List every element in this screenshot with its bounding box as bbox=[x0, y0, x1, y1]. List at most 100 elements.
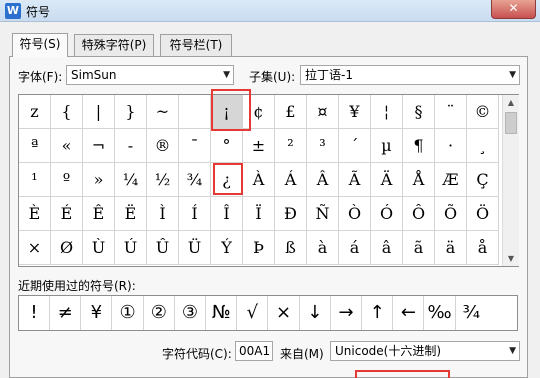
symbol-cell[interactable]: å bbox=[467, 231, 499, 265]
symbol-cell[interactable]: ä bbox=[435, 231, 467, 265]
symbol-cell[interactable]: Å bbox=[403, 163, 435, 197]
symbol-cell[interactable]: ¶ bbox=[403, 129, 435, 163]
symbol-cell[interactable]: { bbox=[51, 95, 83, 129]
symbol-cell[interactable]: } bbox=[115, 95, 147, 129]
symbol-cell[interactable]: Ï bbox=[243, 197, 275, 231]
recent-symbol-cell[interactable]: ↓ bbox=[300, 296, 331, 330]
scroll-up-icon[interactable]: ▲ bbox=[503, 95, 519, 110]
symbol-cell[interactable]: § bbox=[403, 95, 435, 129]
symbol-cell[interactable]: ¿ bbox=[211, 163, 243, 197]
symbol-cell[interactable]: ¨ bbox=[435, 95, 467, 129]
symbol-cell[interactable]: Õ bbox=[435, 197, 467, 231]
symbol-cell[interactable]: ¢ bbox=[243, 95, 275, 129]
symbol-cell[interactable]: Í bbox=[179, 197, 211, 231]
symbol-cell[interactable]: Ç bbox=[467, 163, 499, 197]
symbol-cell[interactable]: £ bbox=[275, 95, 307, 129]
symbol-cell[interactable]: ¾ bbox=[179, 163, 211, 197]
font-select[interactable]: SimSun ▼ bbox=[66, 65, 234, 85]
tab-special-characters[interactable]: 特殊字符(P) bbox=[74, 34, 154, 56]
symbol-cell[interactable]: ³ bbox=[307, 129, 339, 163]
char-code-input[interactable]: 00A1 bbox=[235, 341, 273, 361]
symbol-cell[interactable]: Ü bbox=[179, 231, 211, 265]
symbol-cell[interactable]: ¤ bbox=[307, 95, 339, 129]
symbol-cell[interactable]: ã bbox=[403, 231, 435, 265]
symbol-cell[interactable]: Ú bbox=[115, 231, 147, 265]
symbol-cell[interactable]: Ó bbox=[371, 197, 403, 231]
symbol-cell[interactable]: ß bbox=[275, 231, 307, 265]
tab-symbols[interactable]: 符号(S) bbox=[12, 33, 68, 57]
symbol-cell[interactable]: ´ bbox=[339, 129, 371, 163]
recent-symbol-cell[interactable]: ① bbox=[113, 296, 144, 330]
symbol-cell[interactable]: Ä bbox=[371, 163, 403, 197]
symbol-cell[interactable]: × bbox=[19, 231, 51, 265]
symbol-cell[interactable]: ® bbox=[147, 129, 179, 163]
recent-symbol-cell[interactable]: ② bbox=[144, 296, 175, 330]
subset-select[interactable]: 拉丁语-1 ▼ bbox=[300, 65, 520, 85]
symbol-cell[interactable]: ¡ bbox=[211, 95, 243, 129]
symbol-cell[interactable]: ¹ bbox=[19, 163, 51, 197]
symbol-cell[interactable]: Æ bbox=[435, 163, 467, 197]
symbol-cell[interactable]: ¯ bbox=[179, 129, 211, 163]
symbol-cell[interactable]: Ø bbox=[51, 231, 83, 265]
recent-symbol-cell[interactable]: ↑ bbox=[362, 296, 394, 330]
symbol-cell[interactable]: ² bbox=[275, 129, 307, 163]
symbol-cell[interactable]: Ë bbox=[115, 197, 147, 231]
grid-scrollbar[interactable]: ▲ ▼ bbox=[502, 95, 519, 266]
symbol-cell[interactable]: Ò bbox=[339, 197, 371, 231]
symbol-cell[interactable]: Ð bbox=[275, 197, 307, 231]
symbol-cell[interactable]: ¦ bbox=[371, 95, 403, 129]
symbol-cell[interactable]: Ì bbox=[147, 197, 179, 231]
symbol-cell[interactable]: Î bbox=[211, 197, 243, 231]
symbol-cell[interactable]: Â bbox=[307, 163, 339, 197]
symbol-cell[interactable]: ª bbox=[19, 129, 51, 163]
scroll-thumb[interactable] bbox=[505, 112, 517, 134]
tab-symbol-bar[interactable]: 符号栏(T) bbox=[160, 34, 232, 56]
symbol-cell[interactable]: à bbox=[307, 231, 339, 265]
recent-symbol-cell[interactable]: √ bbox=[237, 296, 269, 330]
symbol-cell[interactable]: - bbox=[115, 129, 147, 163]
symbol-cell[interactable]: ¬ bbox=[83, 129, 115, 163]
symbol-cell[interactable]: á bbox=[339, 231, 371, 265]
recent-symbol-cell[interactable]: ¥ bbox=[81, 296, 113, 330]
symbol-cell[interactable]: ~ bbox=[147, 95, 179, 129]
symbol-cell[interactable]: Ê bbox=[83, 197, 115, 231]
recent-symbol-cell[interactable]: № bbox=[206, 296, 238, 330]
symbol-cell[interactable]: Ù bbox=[83, 231, 115, 265]
symbol-cell[interactable]: º bbox=[51, 163, 83, 197]
symbol-cell[interactable]: â bbox=[371, 231, 403, 265]
symbol-cell[interactable]: « bbox=[51, 129, 83, 163]
symbol-cell[interactable]: ½ bbox=[147, 163, 179, 197]
symbol-cell[interactable]: » bbox=[83, 163, 115, 197]
close-button[interactable]: ✕ bbox=[491, 0, 536, 19]
recent-symbol-cell[interactable]: ! bbox=[19, 296, 50, 330]
symbol-cell[interactable]: µ bbox=[371, 129, 403, 163]
symbol-cell[interactable]: ¥ bbox=[339, 95, 371, 129]
symbol-cell[interactable]: | bbox=[83, 95, 115, 129]
recent-symbol-cell[interactable]: ③ bbox=[175, 296, 206, 330]
symbol-cell[interactable]: © bbox=[467, 95, 499, 129]
symbol-cell[interactable]: Û bbox=[147, 231, 179, 265]
scroll-down-icon[interactable]: ▼ bbox=[503, 251, 519, 266]
symbol-cell[interactable]: Á bbox=[275, 163, 307, 197]
recent-symbol-cell[interactable]: ← bbox=[393, 296, 425, 330]
symbol-cell[interactable]: Ö bbox=[467, 197, 499, 231]
recent-symbol-cell[interactable]: ¾ bbox=[456, 296, 487, 330]
symbol-cell[interactable]: ° bbox=[211, 129, 243, 163]
symbol-cell[interactable]: À bbox=[243, 163, 275, 197]
symbol-cell[interactable]: ¼ bbox=[115, 163, 147, 197]
symbol-cell[interactable]: Ñ bbox=[307, 197, 339, 231]
symbol-cell[interactable]: Ã bbox=[339, 163, 371, 197]
symbol-cell[interactable]: Þ bbox=[243, 231, 275, 265]
from-select[interactable]: Unicode(十六进制) ▼ bbox=[330, 341, 520, 361]
symbol-cell[interactable]: È bbox=[19, 197, 51, 231]
symbol-cell[interactable]: Ô bbox=[403, 197, 435, 231]
recent-symbol-cell[interactable]: × bbox=[269, 296, 300, 330]
symbol-cell[interactable]: É bbox=[51, 197, 83, 231]
recent-symbol-cell[interactable]: ‰ bbox=[425, 296, 456, 330]
symbol-cell[interactable] bbox=[179, 95, 211, 129]
symbol-cell[interactable]: ± bbox=[243, 129, 275, 163]
recent-symbol-cell[interactable]: → bbox=[331, 296, 362, 330]
symbol-cell[interactable]: Ý bbox=[211, 231, 243, 265]
recent-symbol-cell[interactable]: ≠ bbox=[50, 296, 82, 330]
symbol-cell[interactable]: ¸ bbox=[467, 129, 499, 163]
